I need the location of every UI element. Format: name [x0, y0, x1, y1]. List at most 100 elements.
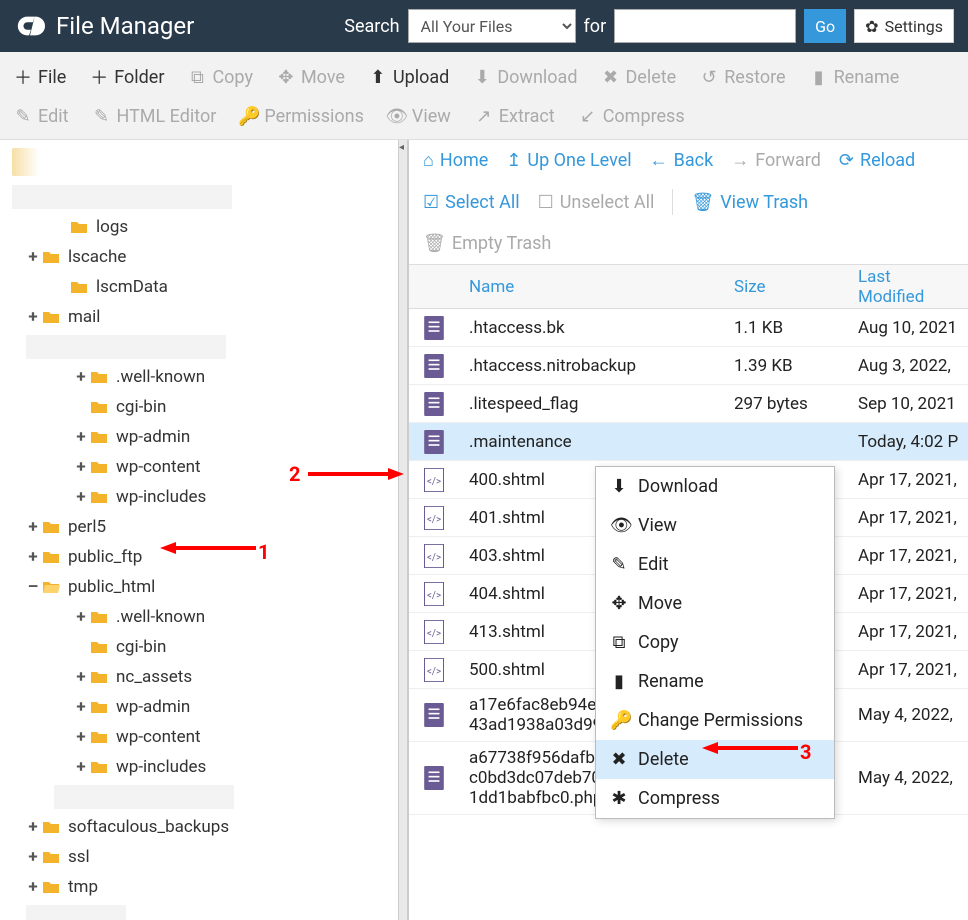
tree-node[interactable]: +wp-admin: [74, 422, 398, 452]
expand-toggle[interactable]: +: [74, 457, 88, 477]
expand-toggle[interactable]: +: [74, 607, 88, 627]
file-row[interactable]: .htaccess.nitrobackup1.39 KBAug 3, 2022,: [409, 347, 968, 385]
tree-node[interactable]: +wp-includes: [74, 482, 398, 512]
download-button[interactable]: ⬇Download: [463, 58, 587, 96]
tree-node[interactable]: lscmData: [54, 272, 398, 302]
file-button[interactable]: ＋File: [4, 58, 76, 96]
context-compress[interactable]: ✱Compress: [596, 779, 834, 818]
tree-node[interactable]: –public_html: [26, 572, 398, 602]
select-all-button[interactable]: ☑Select All: [423, 192, 520, 213]
tree-node[interactable]: +.well-known: [74, 362, 398, 392]
extract-button[interactable]: ↗Extract: [465, 100, 565, 133]
trash-icon: 🗑: [423, 233, 446, 254]
tree-node[interactable]: +wp-admin: [74, 692, 398, 722]
expand-toggle[interactable]: –: [26, 577, 40, 597]
tree-node-label: nc_assets: [116, 667, 192, 687]
home-button[interactable]: ⌂Home: [423, 150, 488, 171]
expand-toggle[interactable]: +: [26, 847, 40, 867]
context-change-permissions[interactable]: 🔑Change Permissions: [596, 701, 834, 740]
delete-button[interactable]: ✖Delete: [591, 58, 686, 96]
col-size[interactable]: Size: [724, 277, 848, 297]
expand-toggle[interactable]: +: [74, 697, 88, 717]
for-label: for: [584, 16, 607, 37]
expand-toggle[interactable]: +: [74, 487, 88, 507]
rename-button[interactable]: ▮Rename: [800, 58, 910, 96]
context-move[interactable]: ✥Move: [596, 584, 834, 623]
tree-node[interactable]: +wp-includes: [74, 752, 398, 782]
expand-toggle[interactable]: +: [26, 307, 40, 327]
folder-icon: [90, 459, 110, 475]
tree-node[interactable]: [54, 782, 398, 812]
tree-node[interactable]: + public_ftp: [26, 542, 398, 572]
permissions-button[interactable]: 🔑Permissions: [230, 100, 374, 133]
tree-node[interactable]: +perl5: [26, 512, 398, 542]
restore-button[interactable]: ↺Restore: [690, 58, 795, 96]
search-input[interactable]: [614, 9, 796, 43]
edit-button[interactable]: ✎Edit: [4, 100, 78, 133]
plus-icon: ＋: [14, 64, 32, 90]
folder-icon: [90, 729, 110, 745]
ctx-label: Copy: [638, 632, 679, 653]
ctx-label: Compress: [638, 788, 720, 809]
col-modified[interactable]: Last Modified: [848, 267, 968, 307]
context-copy[interactable]: ⧉Copy: [596, 623, 834, 662]
folder-icon: [42, 879, 62, 895]
html-editor-button[interactable]: ✎HTML Editor: [82, 100, 226, 133]
expand-toggle[interactable]: +: [74, 757, 88, 777]
view-trash-button[interactable]: 🗑View Trash: [691, 192, 808, 213]
tree-node[interactable]: [26, 902, 398, 920]
tree-node[interactable]: cgi-bin: [74, 632, 398, 662]
tree-node[interactable]: +wp-content: [74, 452, 398, 482]
copy-button[interactable]: ⧉Copy: [178, 58, 263, 96]
up-one-level-button[interactable]: ↥Up One Level: [506, 150, 631, 171]
view-button[interactable]: 👁View: [378, 100, 461, 133]
tree-node[interactable]: [26, 332, 398, 362]
context-delete[interactable]: ✖Delete: [596, 740, 834, 779]
settings-button[interactable]: ✿ Settings: [854, 9, 954, 43]
folder-open-icon: [42, 579, 62, 595]
context-view[interactable]: 👁View: [596, 506, 834, 545]
tree-node[interactable]: +ssl: [26, 842, 398, 872]
tree-node[interactable]: + nc_assets: [74, 662, 398, 692]
reload-button[interactable]: ⟳Reload: [839, 150, 915, 171]
expand-toggle[interactable]: +: [26, 877, 40, 897]
tree-node[interactable]: +softaculous_backups: [26, 812, 398, 842]
expand-toggle[interactable]: +: [74, 427, 88, 447]
upload-button[interactable]: ⬆Upload: [359, 58, 459, 96]
download-icon: ⬇: [473, 67, 491, 88]
expand-toggle[interactable]: +: [74, 667, 88, 687]
splitter-handle[interactable]: [398, 140, 408, 920]
context-edit[interactable]: ✎Edit: [596, 545, 834, 584]
back-button[interactable]: ←Back: [650, 150, 714, 171]
compress-button[interactable]: ↙Compress: [569, 100, 695, 133]
tree-node[interactable]: cgi-bin: [74, 392, 398, 422]
tree-node-label: public_ftp: [68, 547, 142, 567]
expand-toggle[interactable]: +: [26, 517, 40, 537]
context-download[interactable]: ⬇Download: [596, 467, 834, 506]
tree-node[interactable]: +.well-known: [74, 602, 398, 632]
tree-node[interactable]: [12, 182, 398, 212]
expand-toggle[interactable]: +: [26, 247, 40, 267]
forward-button[interactable]: →Forward: [731, 150, 821, 171]
tree-node[interactable]: +tmp: [26, 872, 398, 902]
search-scope-select[interactable]: All Your Files: [408, 9, 576, 43]
file-row[interactable]: .maintenanceToday, 4:02 P: [409, 423, 968, 461]
context-rename[interactable]: ▮Rename: [596, 662, 834, 701]
go-button[interactable]: Go: [804, 9, 846, 43]
expand-toggle[interactable]: +: [74, 367, 88, 387]
tree-node[interactable]: +lscache: [26, 242, 398, 272]
file-row[interactable]: .htaccess.bk1.1 KBAug 10, 2021: [409, 309, 968, 347]
expand-toggle[interactable]: +: [74, 727, 88, 747]
tree-node[interactable]: +wp-content: [74, 722, 398, 752]
folder-button[interactable]: ＋Folder: [80, 58, 174, 96]
unselect-all-button[interactable]: ☐Unselect All: [538, 192, 655, 213]
file-row[interactable]: .litespeed_flag297 bytesSep 10, 2021: [409, 385, 968, 423]
tree-node[interactable]: +mail: [26, 302, 398, 332]
folder-icon: [90, 369, 110, 385]
col-name[interactable]: Name: [459, 277, 724, 297]
expand-toggle[interactable]: +: [26, 817, 40, 837]
move-button[interactable]: ✥Move: [267, 58, 355, 96]
tree-node[interactable]: logs: [54, 212, 398, 242]
empty-trash-button[interactable]: 🗑Empty Trash: [423, 233, 551, 254]
expand-toggle[interactable]: +: [26, 547, 40, 567]
